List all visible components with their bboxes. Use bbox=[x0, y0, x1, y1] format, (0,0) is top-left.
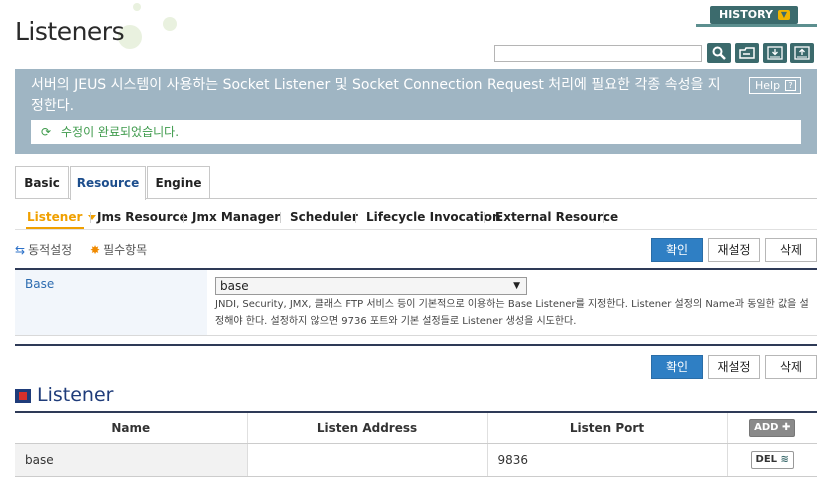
divider bbox=[280, 212, 281, 223]
delete-button-bottom[interactable]: 삭제 bbox=[765, 355, 817, 379]
tab-basic[interactable]: Basic bbox=[15, 166, 69, 199]
divider bbox=[90, 212, 91, 223]
subnav-lifecycle-invocation[interactable]: Lifecycle Invocation bbox=[366, 210, 501, 224]
refresh-icon: ⟳ bbox=[41, 125, 52, 139]
subnav-scheduler[interactable]: Scheduler bbox=[290, 210, 358, 224]
xml-download-icon bbox=[767, 46, 783, 60]
question-icon: ? bbox=[785, 80, 796, 91]
history-button[interactable]: HISTORY ▼ bbox=[710, 6, 798, 24]
del-button[interactable]: DEL ≋ bbox=[750, 450, 794, 469]
export-button[interactable] bbox=[735, 43, 759, 63]
tab-resource[interactable]: Resource bbox=[70, 166, 146, 200]
decor-circle bbox=[163, 17, 177, 31]
divider bbox=[183, 212, 184, 223]
status-message: 수정이 완료되었습니다. bbox=[61, 125, 180, 139]
page-description: 서버의 JEUS 시스템이 사용하는 Socket Listener 및 Soc… bbox=[31, 77, 721, 114]
sub-navigation: Listener Jms Resource Jmx Manager Schedu… bbox=[15, 204, 817, 230]
page-title: Listeners bbox=[15, 17, 125, 46]
info-panel: 서버의 JEUS 시스템이 사용하는 Socket Listener 및 Soc… bbox=[15, 69, 817, 154]
help-label: Help bbox=[755, 79, 781, 92]
decor-circle bbox=[133, 3, 141, 11]
tab-engine[interactable]: Engine bbox=[147, 166, 210, 199]
subnav-external-resource[interactable]: External Resource bbox=[495, 210, 618, 224]
base-description: JNDI, Security, JMX, 클래스 FTP 서비스 등이 기본적으… bbox=[215, 299, 809, 327]
column-actions: ADD ✚ bbox=[726, 411, 817, 444]
base-select[interactable]: base ▼ bbox=[215, 277, 527, 295]
column-name: Name bbox=[15, 411, 247, 444]
search-button[interactable] bbox=[707, 43, 731, 63]
column-listen-port: Listen Port bbox=[486, 411, 727, 444]
reset-button[interactable]: 재설정 bbox=[708, 238, 760, 262]
divider bbox=[355, 212, 356, 223]
subnav-listener[interactable]: Listener bbox=[27, 210, 97, 224]
confirm-button[interactable]: 확인 bbox=[651, 238, 703, 262]
stack-icon: ≋ bbox=[780, 453, 789, 465]
xml-download-button[interactable] bbox=[763, 43, 787, 63]
cell-actions: DEL ≋ bbox=[726, 443, 817, 477]
divider bbox=[484, 212, 485, 223]
xml-upload-icon bbox=[794, 46, 810, 60]
legend-dynamic: ⇆ 동적설정 bbox=[15, 241, 72, 258]
table-row: base 9836 DEL ≋ bbox=[15, 443, 817, 477]
folder-icon bbox=[739, 47, 755, 59]
column-listen-address: Listen Address bbox=[246, 411, 487, 444]
section-flag-icon bbox=[15, 389, 31, 403]
add-label: ADD bbox=[754, 421, 779, 433]
search-input[interactable] bbox=[494, 45, 702, 62]
add-icon: ✚ bbox=[781, 421, 791, 433]
cell-name: base bbox=[15, 443, 247, 477]
reset-button-bottom[interactable]: 재설정 bbox=[708, 355, 760, 379]
legend-dynamic-label: 동적설정 bbox=[28, 243, 73, 257]
status-message-bar: ⟳ 수정이 완료되었습니다. bbox=[31, 120, 801, 144]
subnav-jms-resource[interactable]: Jms Resource bbox=[97, 210, 188, 224]
chevron-down-icon: ▼ bbox=[778, 10, 790, 20]
dynamic-setting-icon: ⇆ bbox=[15, 243, 26, 257]
section-title: Listener bbox=[37, 384, 114, 406]
xml-upload-button[interactable] bbox=[790, 43, 814, 63]
form-row-base: Base base ▼ JNDI, Security, JMX, 클래스 FTP… bbox=[15, 270, 817, 336]
subnav-jmx-manager[interactable]: Jmx Manager bbox=[192, 210, 280, 224]
history-label: HISTORY bbox=[719, 8, 773, 21]
search-icon bbox=[712, 46, 726, 60]
subnav-active-underline bbox=[26, 227, 84, 229]
subnav-listener-label: Listener bbox=[27, 210, 83, 224]
divider bbox=[603, 212, 604, 223]
table-header-row: Name Listen Address Listen Port ADD ✚ bbox=[15, 411, 817, 444]
required-star-icon: ✸ bbox=[90, 243, 101, 257]
section-divider bbox=[15, 344, 817, 346]
confirm-button-bottom[interactable]: 확인 bbox=[651, 355, 703, 379]
add-button[interactable]: ADD ✚ bbox=[749, 418, 796, 437]
base-select-value: base bbox=[220, 279, 249, 293]
del-label: DEL bbox=[755, 453, 778, 465]
legend-required-label: 필수항목 bbox=[103, 243, 148, 257]
legend-required: ✸ 필수항목 bbox=[90, 241, 147, 258]
history-underline bbox=[696, 24, 817, 27]
help-button[interactable]: Help ? bbox=[749, 77, 801, 94]
delete-button[interactable]: 삭제 bbox=[765, 238, 817, 262]
dropdown-arrow-icon: ▼ bbox=[513, 281, 520, 291]
cell-listen-address bbox=[246, 443, 487, 477]
cell-listen-port: 9836 bbox=[486, 443, 727, 477]
listener-table: Name Listen Address Listen Port ADD ✚ ba… bbox=[15, 411, 817, 477]
base-label: Base bbox=[25, 277, 55, 291]
form-label-cell: Base bbox=[15, 270, 207, 335]
